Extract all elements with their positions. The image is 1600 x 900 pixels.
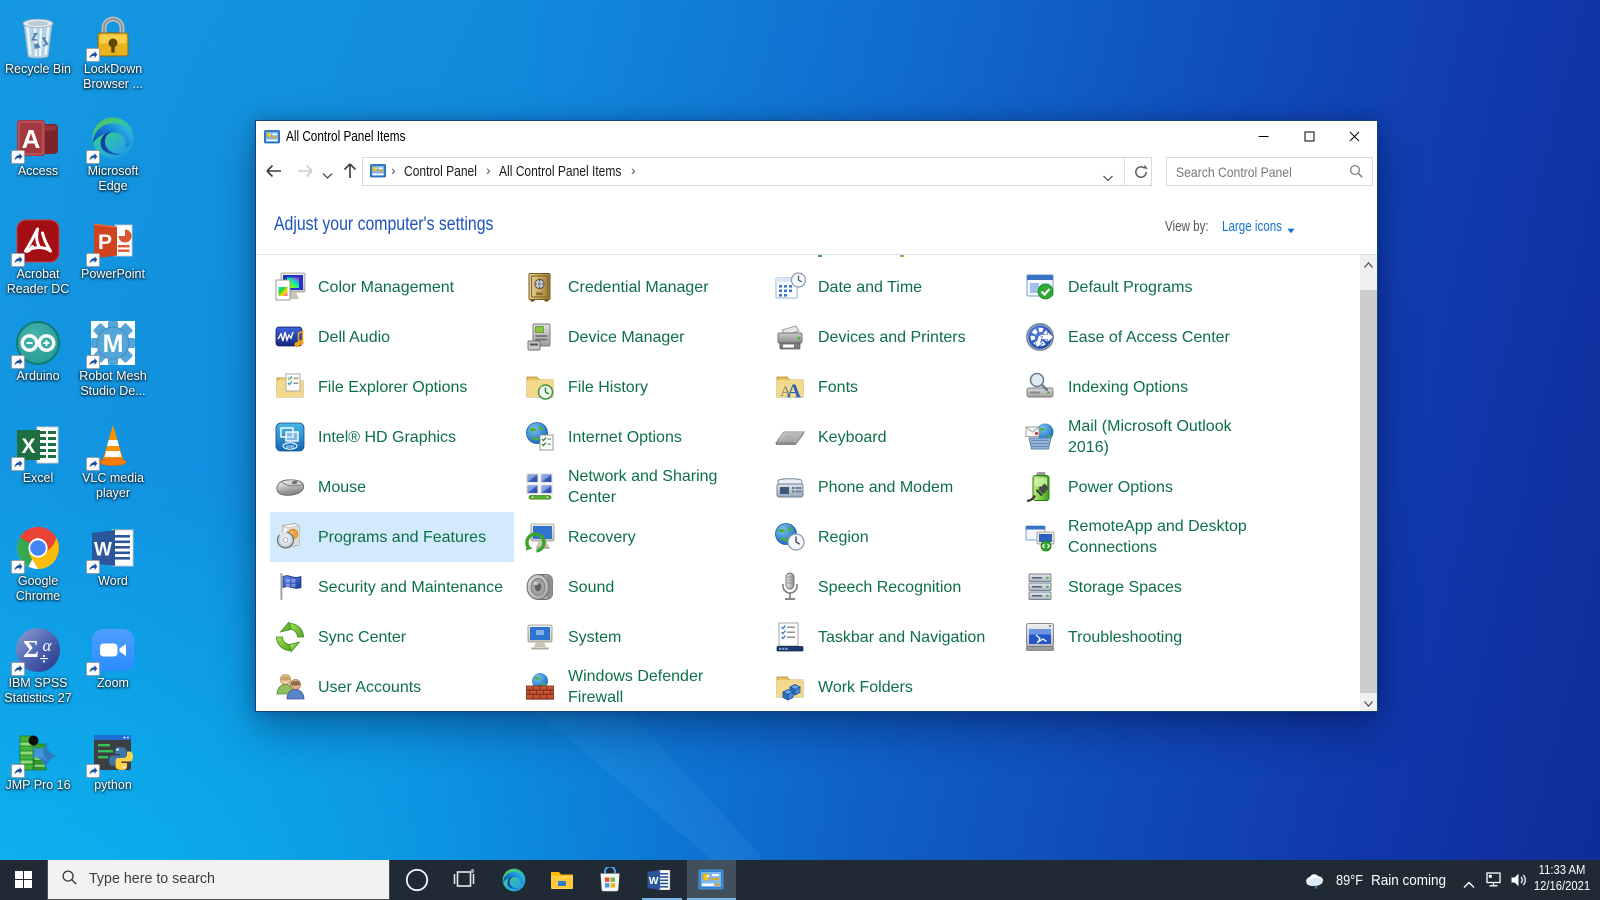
svg-text:A: A — [22, 124, 41, 154]
svg-text:X: X — [21, 435, 35, 458]
svg-text:Σ: Σ — [23, 637, 39, 663]
svg-text:intel: intel — [286, 444, 294, 449]
svg-text:P: P — [98, 231, 112, 254]
svg-text:÷: ÷ — [40, 651, 49, 668]
svg-text:A: A — [787, 381, 802, 403]
svg-text:W: W — [94, 540, 112, 561]
svg-text:W: W — [649, 876, 659, 887]
svg-text:M: M — [103, 330, 124, 358]
